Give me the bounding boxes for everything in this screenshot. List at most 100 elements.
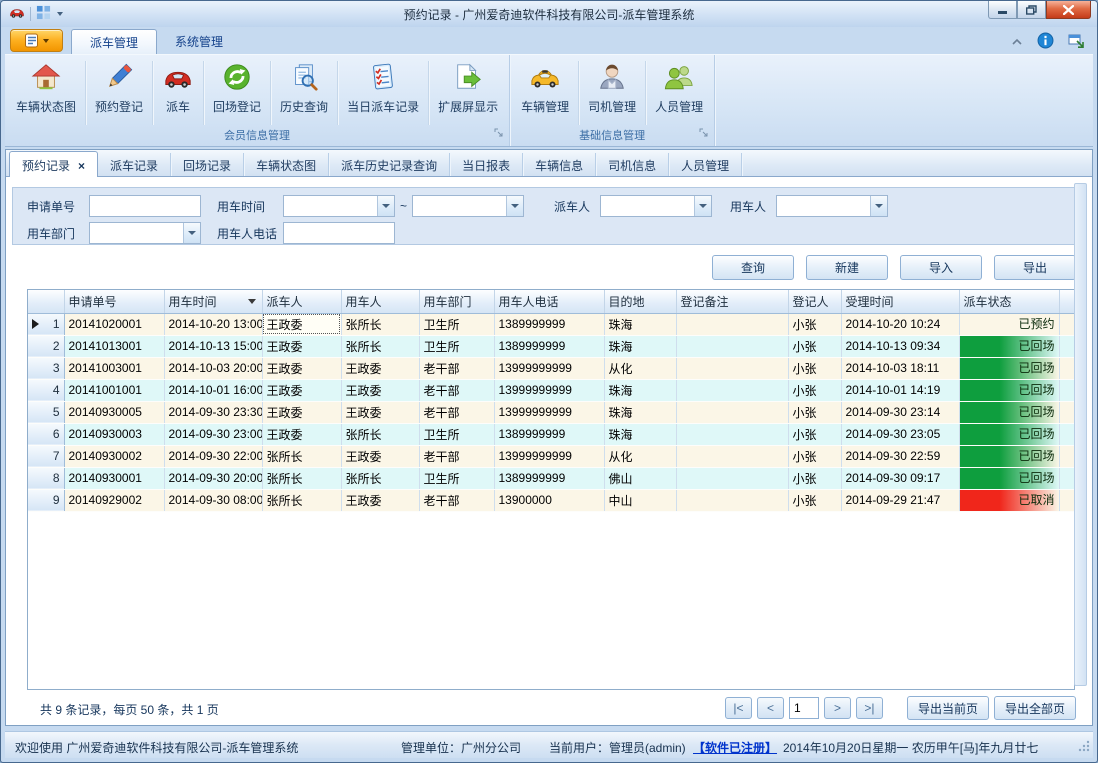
export-current-page-button[interactable]: 导出当前页 <box>907 696 989 720</box>
grid-cell[interactable]: 2014-10-03 18:11 <box>841 357 959 379</box>
grid-cell[interactable]: 卫生所 <box>419 313 494 335</box>
request-no-input[interactable] <box>89 195 201 217</box>
grid-cell[interactable]: 13999999999 <box>494 357 604 379</box>
grid-cell[interactable]: 珠海 <box>604 423 676 445</box>
ribbon-tab-system-management[interactable]: 系统管理 <box>157 29 241 54</box>
grid-cell[interactable]: 20141001001 <box>64 379 164 401</box>
info-icon[interactable] <box>1037 32 1054 52</box>
grid-cell[interactable]: 小张 <box>788 401 841 423</box>
grid-cell[interactable]: 2014-09-30 23:14 <box>841 401 959 423</box>
grid-cell[interactable]: 张所长 <box>341 335 419 357</box>
import-button[interactable]: 导入 <box>900 255 982 280</box>
resize-grip-icon[interactable] <box>1078 740 1090 755</box>
grid-cell[interactable]: 2014-10-01 14:19 <box>841 379 959 401</box>
grid-cell[interactable]: 小张 <box>788 467 841 489</box>
chevron-down-icon[interactable] <box>377 196 394 216</box>
use-time-to-combo[interactable] <box>412 195 524 217</box>
grid-cell[interactable]: 1389999999 <box>494 423 604 445</box>
dispatch-status-cell[interactable]: 已回场 <box>959 357 1059 379</box>
doc-tab-7[interactable]: 车辆信息 <box>523 153 596 176</box>
grid-cell[interactable]: 2014-09-30 09:17 <box>841 467 959 489</box>
grid-cell[interactable]: 珠海 <box>604 379 676 401</box>
grid-cell[interactable]: 20140930001 <box>64 467 164 489</box>
grid-cell[interactable]: 2014-10-13 15:00 <box>164 335 262 357</box>
doc-tab-3[interactable]: 回场记录 <box>171 153 244 176</box>
dispatcher-combo[interactable] <box>600 195 712 217</box>
first-page-button[interactable]: |< <box>725 697 752 719</box>
grid-cell[interactable]: 20140930005 <box>64 401 164 423</box>
doc-tab-6[interactable]: 当日报表 <box>450 153 523 176</box>
grid-cell[interactable]: 老干部 <box>419 357 494 379</box>
dispatch-status-cell[interactable]: 已回场 <box>959 423 1059 445</box>
ribbon-tab-dispatch-management[interactable]: 派车管理 <box>71 29 157 54</box>
grid-cell[interactable]: 张所长 <box>262 489 341 511</box>
ribbon-button-taxi[interactable]: 车辆管理 <box>512 57 578 129</box>
row-header[interactable]: 4 <box>28 379 64 401</box>
grid-cell[interactable]: 王政委 <box>341 445 419 467</box>
chevron-down-icon[interactable] <box>870 196 887 216</box>
grid-cell[interactable]: 2014-10-13 09:34 <box>841 335 959 357</box>
minimize-button[interactable] <box>988 1 1017 19</box>
grid-cell[interactable]: 小张 <box>788 313 841 335</box>
grid-cell[interactable]: 老干部 <box>419 445 494 467</box>
column-header-2[interactable]: 用车时间 <box>164 290 262 313</box>
row-header[interactable]: 7 <box>28 445 64 467</box>
row-header[interactable]: 1 <box>28 313 64 335</box>
license-registered-link[interactable]: 【软件已注册】 <box>693 739 777 756</box>
ribbon-button-people[interactable]: 人员管理 <box>646 57 712 129</box>
grid-cell[interactable]: 王政委 <box>341 357 419 379</box>
grid-cell[interactable]: 张所长 <box>262 445 341 467</box>
grid-cell[interactable] <box>676 335 788 357</box>
grid-cell[interactable]: 从化 <box>604 357 676 379</box>
grid-cell[interactable]: 2014-09-30 23:05 <box>841 423 959 445</box>
grid-cell[interactable]: 小张 <box>788 335 841 357</box>
dispatcher-input[interactable] <box>601 196 694 216</box>
grid-cell[interactable]: 卫生所 <box>419 467 494 489</box>
ribbon-button-house[interactable]: 车辆状态图 <box>7 57 85 129</box>
dialog-launcher-icon[interactable] <box>494 128 504 143</box>
grid-cell[interactable]: 小张 <box>788 489 841 511</box>
column-header-4[interactable]: 用车人 <box>341 290 419 313</box>
column-header-7[interactable]: 目的地 <box>604 290 676 313</box>
grid-cell[interactable] <box>676 379 788 401</box>
grid-cell[interactable]: 张所长 <box>341 423 419 445</box>
user-combo[interactable] <box>776 195 888 217</box>
grid-cell[interactable]: 珠海 <box>604 313 676 335</box>
grid-cell[interactable]: 1389999999 <box>494 313 604 335</box>
grid-cell[interactable]: 老干部 <box>419 401 494 423</box>
chevron-down-icon[interactable] <box>694 196 711 216</box>
grid-cell[interactable]: 20141013001 <box>64 335 164 357</box>
use-time-to-input[interactable] <box>413 196 506 216</box>
grid-cell[interactable]: 2014-10-03 20:00 <box>164 357 262 379</box>
collapse-ribbon-icon[interactable] <box>1011 35 1023 49</box>
row-header[interactable]: 8 <box>28 467 64 489</box>
grid-cell[interactable] <box>676 423 788 445</box>
grid-vertical-scrollbar[interactable] <box>1074 183 1087 686</box>
grid-cell[interactable]: 中山 <box>604 489 676 511</box>
grid-cell[interactable]: 13999999999 <box>494 379 604 401</box>
row-header[interactable]: 3 <box>28 357 64 379</box>
doc-tab-4[interactable]: 车辆状态图 <box>244 153 329 176</box>
column-header-6[interactable]: 用车人电话 <box>494 290 604 313</box>
chevron-down-icon[interactable] <box>506 196 523 216</box>
column-header-11[interactable]: 派车状态 <box>959 290 1059 313</box>
new-button[interactable]: 新建 <box>806 255 888 280</box>
grid-cell[interactable] <box>676 313 788 335</box>
grid-cell[interactable]: 2014-10-20 10:24 <box>841 313 959 335</box>
dispatch-status-cell[interactable]: 已预约 <box>959 313 1059 335</box>
column-header-3[interactable]: 派车人 <box>262 290 341 313</box>
grid-cell[interactable]: 卫生所 <box>419 335 494 357</box>
row-header[interactable]: 6 <box>28 423 64 445</box>
close-tab-icon[interactable]: × <box>78 159 85 173</box>
grid-cell[interactable]: 20141003001 <box>64 357 164 379</box>
use-time-from-input[interactable] <box>284 196 377 216</box>
ribbon-button-driver[interactable]: 司机管理 <box>579 57 645 129</box>
chevron-down-icon[interactable] <box>183 223 200 243</box>
grid-cell[interactable]: 王政委 <box>262 313 341 335</box>
restore-button[interactable] <box>1017 1 1046 19</box>
export-button[interactable]: 导出 <box>994 255 1076 280</box>
grid-cell[interactable]: 20140930003 <box>64 423 164 445</box>
phone-input[interactable] <box>283 222 395 244</box>
doc-tab-9[interactable]: 人员管理 <box>669 153 742 176</box>
doc-tab-1[interactable]: 预约记录× <box>9 151 98 177</box>
